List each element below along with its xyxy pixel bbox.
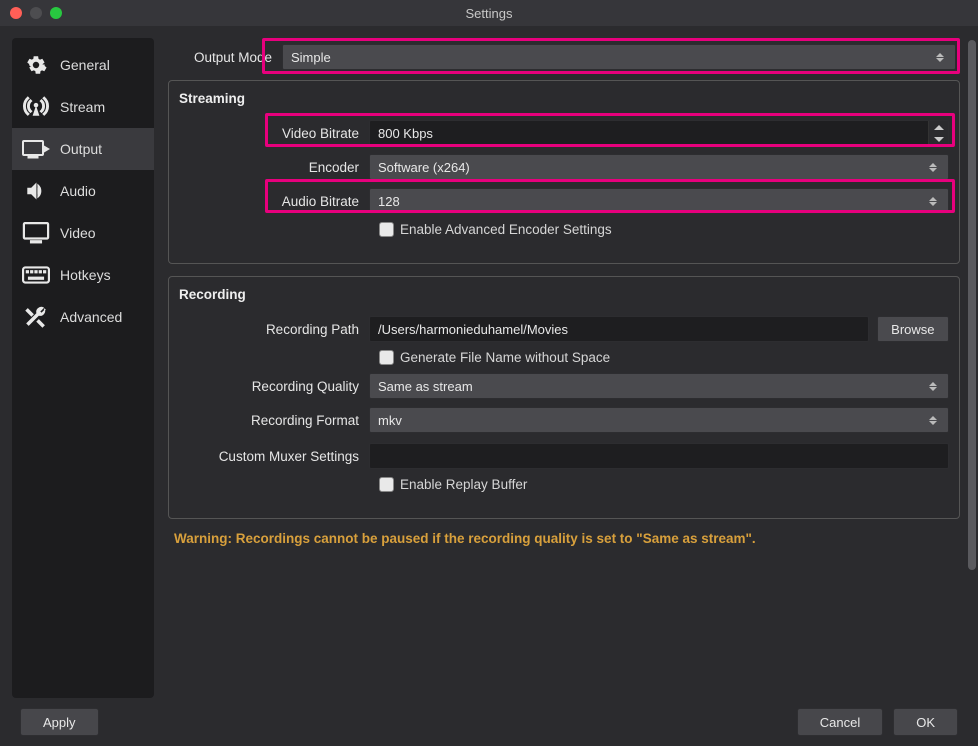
streaming-group: Streaming Video Bitrate 800 Kbps Encoder… (168, 80, 960, 264)
encoder-label: Encoder (179, 160, 369, 175)
output-mode-value: Simple (291, 50, 331, 65)
browse-button[interactable]: Browse (877, 316, 949, 342)
sidebar-label: Output (60, 141, 102, 157)
scrollbar-thumb[interactable] (968, 40, 976, 570)
ok-button[interactable]: OK (893, 708, 958, 736)
sidebar-label: Video (60, 225, 96, 241)
sidebar-item-output[interactable]: Output (12, 128, 154, 170)
stepper-icon[interactable] (928, 121, 948, 145)
generate-filename-label: Generate File Name without Space (400, 350, 610, 365)
sidebar-label: Audio (60, 183, 96, 199)
replay-buffer-checkbox[interactable] (379, 477, 394, 492)
muxer-input[interactable] (369, 443, 949, 469)
keyboard-icon (22, 264, 50, 286)
warning-text: Warning: Recordings cannot be paused if … (168, 531, 960, 546)
recording-path-value: /Users/harmonieduhamel/Movies (378, 322, 568, 337)
advanced-encoder-label: Enable Advanced Encoder Settings (400, 222, 612, 237)
video-bitrate-value: 800 Kbps (378, 126, 433, 141)
sidebar-label: Stream (60, 99, 105, 115)
window-title: Settings (0, 6, 978, 21)
output-mode-label: Output Mode (172, 50, 282, 65)
encoder-select[interactable]: Software (x264) (369, 154, 949, 180)
cancel-button[interactable]: Cancel (797, 708, 883, 736)
recording-format-value: mkv (378, 413, 402, 428)
antenna-icon (22, 96, 50, 118)
sidebar-item-stream[interactable]: Stream (12, 86, 154, 128)
recording-group: Recording Recording Path /Users/harmonie… (168, 276, 960, 519)
apply-button[interactable]: Apply (20, 708, 99, 736)
scrollbar[interactable] (968, 40, 976, 700)
output-icon (22, 138, 50, 160)
titlebar: Settings (0, 0, 978, 26)
audio-bitrate-select[interactable]: 128 (369, 188, 949, 214)
sidebar-label: General (60, 57, 110, 73)
updown-icon (933, 53, 947, 62)
sidebar-item-advanced[interactable]: Advanced (12, 296, 154, 338)
generate-filename-checkbox[interactable] (379, 350, 394, 365)
recording-quality-label: Recording Quality (179, 379, 369, 394)
speaker-icon (22, 180, 50, 202)
encoder-value: Software (x264) (378, 160, 470, 175)
muxer-label: Custom Muxer Settings (179, 449, 369, 464)
streaming-title: Streaming (179, 91, 949, 106)
sidebar-item-general[interactable]: General (12, 44, 154, 86)
replay-buffer-label: Enable Replay Buffer (400, 477, 527, 492)
audio-bitrate-label: Audio Bitrate (179, 194, 369, 209)
updown-icon (926, 163, 940, 172)
advanced-encoder-checkbox[interactable] (379, 222, 394, 237)
video-bitrate-label: Video Bitrate (179, 126, 369, 141)
sidebar-item-video[interactable]: Video (12, 212, 154, 254)
recording-title: Recording (179, 287, 949, 302)
sidebar-label: Hotkeys (60, 267, 111, 283)
monitor-icon (22, 222, 50, 244)
tools-icon (22, 306, 50, 328)
recording-path-input[interactable]: /Users/harmonieduhamel/Movies (369, 316, 869, 342)
recording-quality-value: Same as stream (378, 379, 473, 394)
output-mode-select[interactable]: Simple (282, 44, 956, 70)
sidebar-item-audio[interactable]: Audio (12, 170, 154, 212)
sidebar-label: Advanced (60, 309, 122, 325)
recording-format-label: Recording Format (179, 413, 369, 428)
recording-format-select[interactable]: mkv (369, 407, 949, 433)
settings-sidebar: General Stream Output Audio Video Hotkey… (12, 38, 154, 698)
footer: Apply Cancel OK (0, 698, 978, 746)
updown-icon (926, 416, 940, 425)
sidebar-item-hotkeys[interactable]: Hotkeys (12, 254, 154, 296)
main-content: Output Mode Simple Streaming Video Bitra… (154, 38, 970, 698)
updown-icon (926, 382, 940, 391)
video-bitrate-input[interactable]: 800 Kbps (369, 120, 949, 146)
audio-bitrate-value: 128 (378, 194, 400, 209)
updown-icon (926, 197, 940, 206)
recording-quality-select[interactable]: Same as stream (369, 373, 949, 399)
recording-path-label: Recording Path (179, 322, 369, 337)
gear-icon (22, 54, 50, 76)
